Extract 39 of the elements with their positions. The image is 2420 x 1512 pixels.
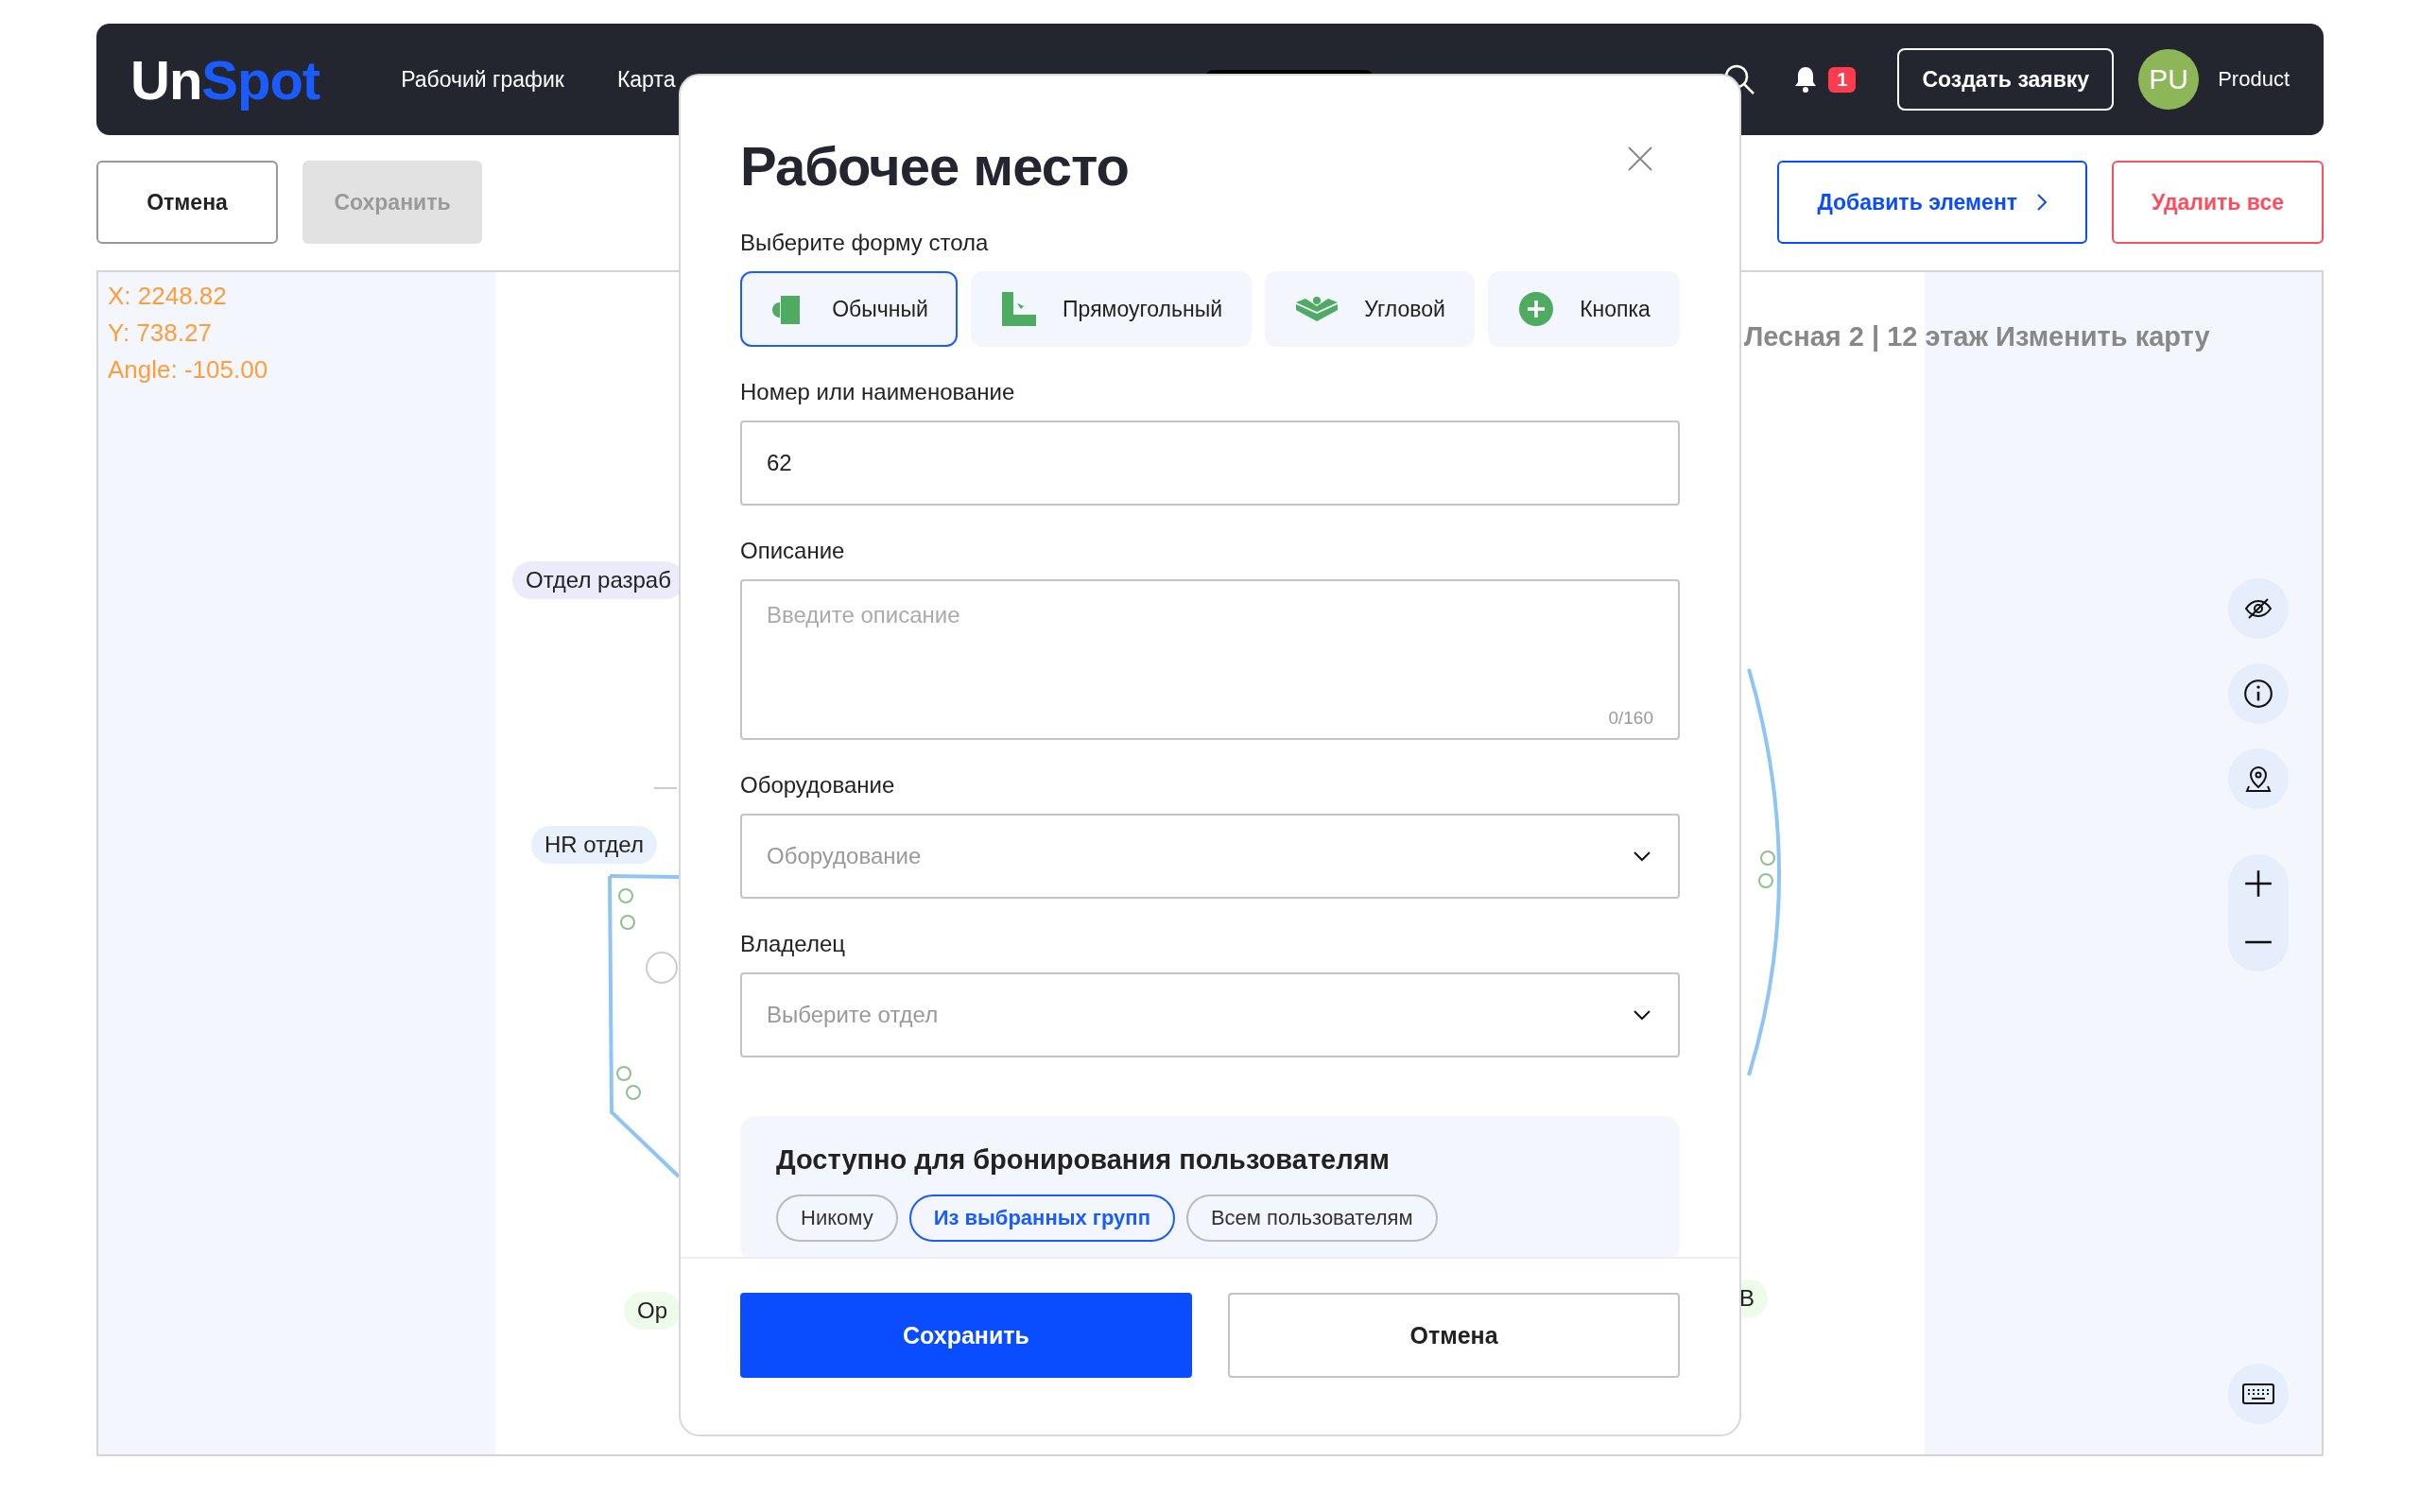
field-label: Оборудование xyxy=(740,772,896,799)
nav-link[interactable]: Карта xyxy=(616,66,676,93)
logo[interactable]: UnSpot xyxy=(130,47,320,112)
desk-shape-option[interactable]: Кнопка xyxy=(1488,271,1680,347)
field-label: Описание xyxy=(740,538,846,564)
chevron-down-icon xyxy=(1633,850,1651,862)
chevron-right-icon xyxy=(2036,193,2048,212)
character-counter: 0/160 xyxy=(1608,708,1653,729)
panel-title: Доступно для бронирования пользователям xyxy=(776,1144,1392,1176)
field-label: Владелец xyxy=(740,931,846,957)
field-label: Номер или наименование xyxy=(740,379,1016,405)
cancel-button[interactable]: Отмена xyxy=(1228,1293,1680,1378)
close-icon[interactable] xyxy=(1627,146,1653,172)
nav-link[interactable]: Рабочий график xyxy=(401,66,564,93)
availability-option[interactable]: Из выбранных групп xyxy=(908,1194,1175,1242)
add-element-button[interactable]: Добавить элемент xyxy=(1777,161,2088,244)
availability-option[interactable]: Всем пользователям xyxy=(1185,1194,1438,1242)
dialog-title: Рабочее место xyxy=(740,134,1129,198)
desk-shape-option[interactable]: Угловой xyxy=(1265,271,1476,347)
plus-circle-icon xyxy=(1517,290,1556,328)
coordinate-readout: Y: 738.27 xyxy=(108,318,213,348)
department-label[interactable]: HR отдел xyxy=(531,826,657,864)
field-label: Выберите форму стола xyxy=(740,230,990,256)
save-button[interactable]: Сохранить xyxy=(740,1293,1192,1378)
desk-shape-option[interactable]: Прямоугольный xyxy=(970,271,1253,347)
coordinate-readout: X: 2248.82 xyxy=(108,282,228,311)
create-request-button[interactable]: Создать заявку xyxy=(1897,48,2115,111)
department-label[interactable]: Ор xyxy=(624,1292,681,1330)
corner-desk-icon xyxy=(1294,295,1340,323)
cancel-button[interactable]: Отмена xyxy=(96,161,278,244)
desk-shape-option[interactable]: Обычный xyxy=(740,271,958,347)
availability-option[interactable]: Никому xyxy=(776,1194,898,1242)
notification-badge: 1 xyxy=(1828,66,1857,93)
coordinate-readout: Angle: -105.00 xyxy=(108,355,269,385)
user-name: Product xyxy=(2218,67,2290,92)
name-input-field[interactable]: 62 xyxy=(740,421,1680,506)
map-title[interactable]: Лесная 2 | 12 этаж Изменить карту xyxy=(1744,321,2210,352)
chevron-down-icon xyxy=(1633,1009,1651,1021)
l-shaped-desk-icon xyxy=(1000,290,1039,328)
